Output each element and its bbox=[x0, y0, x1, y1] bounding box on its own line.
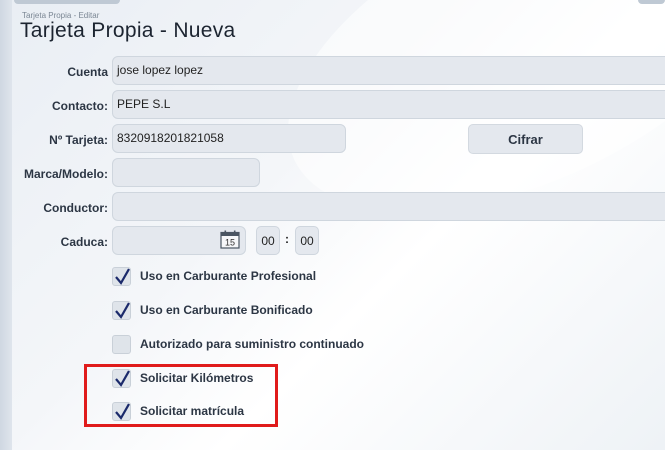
checkbox-bonificado[interactable] bbox=[112, 300, 131, 320]
cuenta-label: Cuenta bbox=[67, 65, 108, 79]
hour-field[interactable]: 00 bbox=[256, 226, 280, 255]
check-icon bbox=[115, 267, 130, 285]
time-separator: : bbox=[285, 232, 289, 246]
checkbox-label-profesional: Uso en Carburante Profesional bbox=[140, 269, 317, 283]
conductor-label: Conductor: bbox=[43, 201, 108, 215]
red-highlight-box bbox=[84, 364, 278, 427]
cuenta-field[interactable]: jose lopez lopez bbox=[112, 56, 665, 85]
checkbox-row-bonificado[interactable]: Uso en Carburante Bonificado bbox=[112, 300, 313, 320]
tarjeta-label: Nº Tarjeta: bbox=[49, 133, 108, 147]
cifrar-button[interactable]: Cifrar bbox=[468, 124, 583, 154]
minute-field[interactable]: 00 bbox=[295, 226, 319, 255]
calendar-icon[interactable]: 15 bbox=[220, 230, 240, 249]
top-tab-right[interactable] bbox=[638, 0, 665, 4]
left-panel-edge bbox=[0, 0, 12, 450]
page-title: Tarjeta Propia - Nueva bbox=[20, 19, 236, 42]
marca-field[interactable] bbox=[112, 158, 260, 187]
marca-label: Marca/Modelo: bbox=[23, 167, 108, 181]
checkbox-continuado[interactable] bbox=[112, 334, 131, 354]
tarjeta-field[interactable]: 8320918201821058 bbox=[112, 124, 346, 153]
contacto-label: Contacto: bbox=[52, 99, 108, 113]
checkbox-profesional[interactable] bbox=[112, 266, 131, 286]
top-tab[interactable] bbox=[14, 0, 120, 4]
check-icon bbox=[115, 301, 130, 319]
checkbox-row-continuado[interactable]: Autorizado para suministro continuado bbox=[112, 334, 364, 354]
checkbox-label-continuado: Autorizado para suministro continuado bbox=[140, 337, 365, 351]
conductor-field[interactable] bbox=[112, 192, 665, 221]
calendar-day-text: 15 bbox=[225, 238, 235, 248]
checkbox-label-bonificado: Uso en Carburante Bonificado bbox=[140, 303, 313, 317]
checkbox-row-profesional[interactable]: Uso en Carburante Profesional bbox=[112, 266, 316, 286]
caduca-label: Caduca: bbox=[60, 235, 108, 249]
contacto-field[interactable]: PEPE S.L bbox=[112, 90, 665, 119]
